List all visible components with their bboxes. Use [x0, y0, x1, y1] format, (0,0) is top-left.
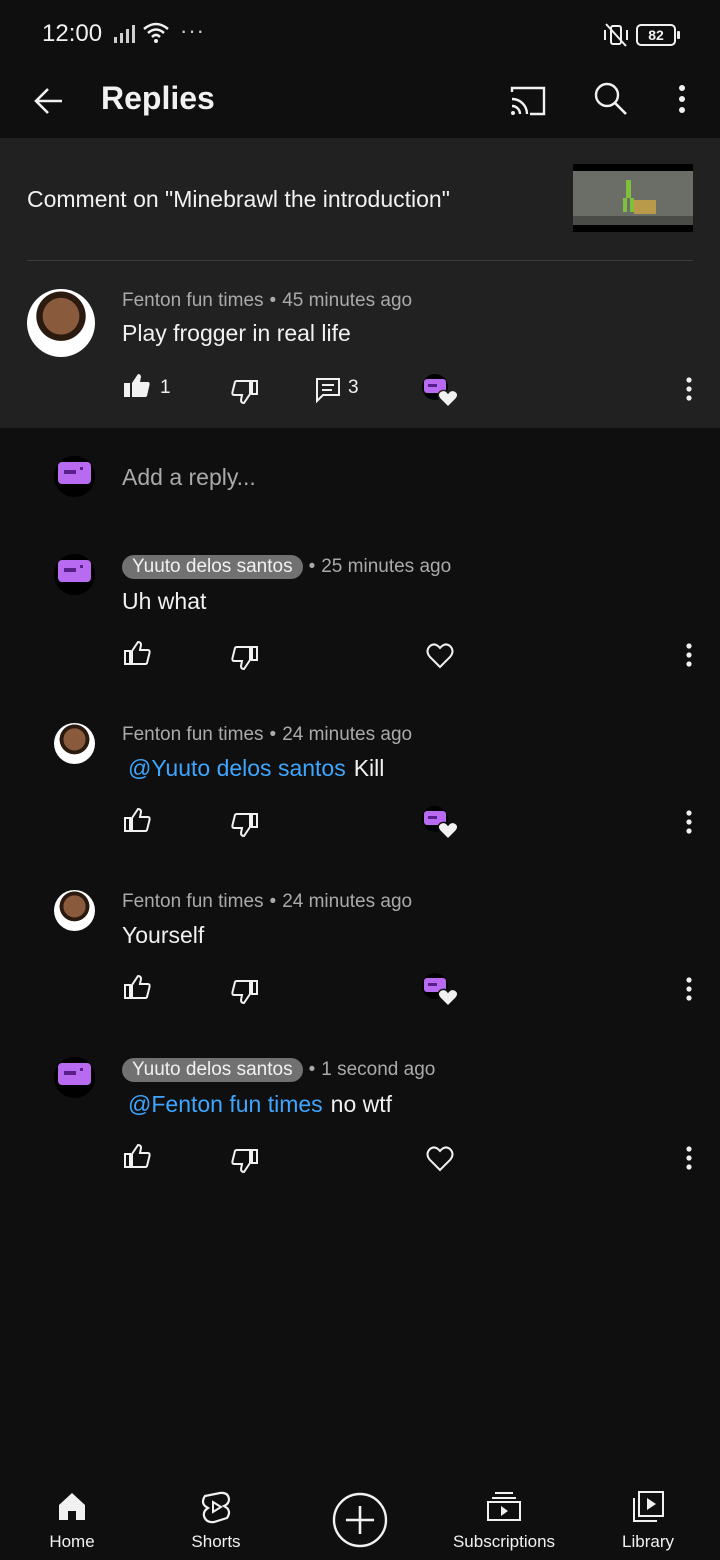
- reply-time: 24 minutes ago: [282, 724, 413, 745]
- nav-library-label: Library: [622, 1532, 674, 1551]
- reply-text: Yourself: [122, 922, 205, 948]
- add-reply-input[interactable]: Add a reply...: [122, 464, 256, 491]
- status-time: 12:00: [42, 20, 103, 47]
- creator-heart-icon: [422, 806, 459, 841]
- bottom-nav: Home Shorts Subscriptions Library: [0, 1470, 720, 1560]
- nav-library[interactable]: Library: [588, 1470, 708, 1560]
- like-count: 1: [160, 377, 171, 398]
- avatar[interactable]: [54, 554, 95, 595]
- battery-indicator: 82: [636, 24, 680, 46]
- heart-icon[interactable]: [425, 641, 455, 671]
- nav-shorts-label: Shorts: [191, 1532, 241, 1551]
- avatar[interactable]: [27, 289, 95, 357]
- wifi-icon: [143, 22, 169, 43]
- battery-level: 82: [648, 27, 664, 43]
- avatar[interactable]: [54, 890, 95, 931]
- creator-author-chip[interactable]: Yuuto delos santos: [122, 1058, 303, 1082]
- reply-author[interactable]: Fenton fun times: [122, 724, 264, 745]
- more-notifications-icon: ···: [180, 18, 205, 43]
- heart-icon[interactable]: [425, 1144, 455, 1174]
- thumb-down-icon[interactable]: [230, 643, 260, 673]
- video-title[interactable]: Comment on "Minebrawl the introduction": [27, 186, 450, 213]
- creator-heart-icon: [422, 374, 459, 409]
- more-vert-icon[interactable]: [681, 374, 697, 404]
- video-thumbnail[interactable]: [573, 164, 693, 232]
- reply-time: 25 minutes ago: [321, 556, 452, 577]
- reply-meta: Yuuto delos santos • 25 minutes ago: [122, 555, 451, 579]
- reply-meta: Yuuto delos santos • 1 second ago: [122, 1058, 435, 1082]
- add-circle-icon[interactable]: [332, 1492, 388, 1548]
- nav-home-label: Home: [49, 1532, 95, 1551]
- divider: [27, 260, 693, 261]
- app-bar: Replies: [0, 66, 720, 136]
- reply-time: 24 minutes ago: [282, 891, 413, 912]
- nav-subscriptions-label: Subscriptions: [452, 1532, 556, 1551]
- thumb-up-icon[interactable]: [122, 1141, 152, 1171]
- arrow-left-icon[interactable]: [28, 80, 70, 122]
- reply-text: Kill: [353, 755, 385, 781]
- reply-text: Uh what: [122, 588, 207, 614]
- library-icon: [633, 1491, 664, 1522]
- subscriptions-icon: [487, 1492, 521, 1521]
- nav-subscriptions[interactable]: Subscriptions: [444, 1470, 564, 1560]
- more-vert-icon[interactable]: [681, 974, 697, 1004]
- thumb-up-icon[interactable]: [122, 972, 152, 1002]
- mention-link[interactable]: @Yuuto delos santos: [128, 755, 346, 781]
- comment-text: Play frogger in real life: [122, 320, 351, 346]
- avatar: [54, 456, 95, 497]
- mention-link[interactable]: @Fenton fun times: [128, 1091, 323, 1117]
- creator-author-chip[interactable]: Yuuto delos santos: [122, 555, 303, 579]
- comment-time: 45 minutes ago: [282, 290, 413, 311]
- thumb-up-icon[interactable]: [122, 371, 152, 401]
- thumb-up-icon[interactable]: [122, 638, 152, 668]
- reply-meta: Fenton fun times • 24 minutes ago: [122, 891, 413, 912]
- reply-text-row: @Yuuto delos santos Kill: [122, 755, 384, 782]
- reply-text: no wtf: [330, 1091, 393, 1117]
- reply-text-row: @Fenton fun times no wtf: [122, 1091, 392, 1118]
- comment-icon[interactable]: [313, 374, 343, 404]
- shorts-icon: [201, 1491, 231, 1524]
- thumb-down-icon[interactable]: [230, 1146, 260, 1176]
- more-vert-icon[interactable]: [681, 1143, 697, 1173]
- thumb-down-icon[interactable]: [230, 977, 260, 1007]
- vibrate-icon: [604, 23, 628, 47]
- page-title: Replies: [101, 80, 215, 116]
- reply-time: 1 second ago: [321, 1059, 436, 1080]
- more-vert-icon[interactable]: [681, 640, 697, 670]
- creator-heart-icon: [422, 973, 459, 1008]
- home-icon: [59, 1493, 85, 1520]
- reply-meta: Fenton fun times • 24 minutes ago: [122, 724, 413, 745]
- more-vert-icon[interactable]: [681, 807, 697, 837]
- thumb-down-icon[interactable]: [230, 810, 260, 840]
- thumb-up-icon[interactable]: [122, 805, 152, 835]
- nav-home[interactable]: Home: [12, 1470, 132, 1560]
- comment-meta: Fenton fun times • 45 minutes ago: [122, 290, 413, 311]
- avatar[interactable]: [54, 1057, 95, 1098]
- search-icon[interactable]: [590, 78, 632, 120]
- reply-count: 3: [348, 377, 359, 398]
- thumb-down-icon[interactable]: [230, 377, 260, 407]
- status-bar: 12:00 ··· 82: [0, 0, 720, 66]
- nav-shorts[interactable]: Shorts: [156, 1470, 276, 1560]
- signal-icon: [114, 25, 135, 43]
- cast-icon[interactable]: [506, 80, 550, 122]
- comment-header-panel: Comment on "Minebrawl the introduction" …: [0, 138, 720, 428]
- comment-author[interactable]: Fenton fun times: [122, 290, 264, 311]
- reply-author[interactable]: Fenton fun times: [122, 891, 264, 912]
- more-vert-icon[interactable]: [666, 80, 698, 122]
- avatar[interactable]: [54, 723, 95, 764]
